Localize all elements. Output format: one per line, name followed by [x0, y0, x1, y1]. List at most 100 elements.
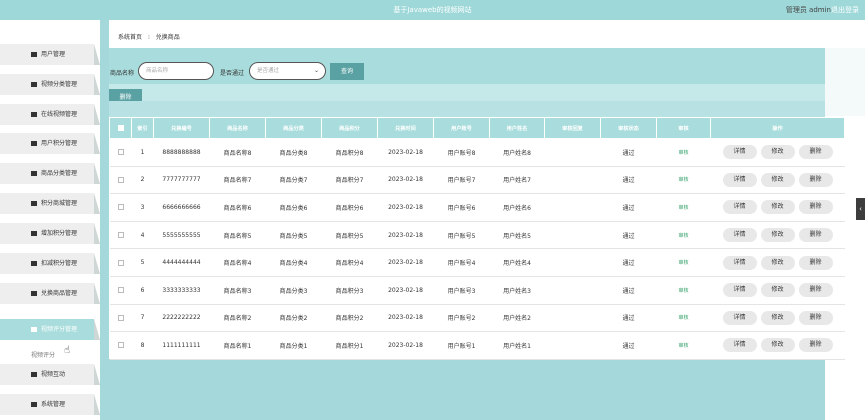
cell-account: 用户账号3: [433, 276, 490, 305]
cell-index: 3: [131, 193, 154, 222]
edit-button[interactable]: 修改: [760, 310, 795, 325]
cell-review: 审核: [656, 138, 711, 167]
grid-icon: [31, 171, 37, 176]
detail-button[interactable]: 详情: [722, 255, 757, 270]
row-select-cell[interactable]: [109, 276, 132, 305]
row-select-cell[interactable]: [109, 193, 132, 222]
detail-button[interactable]: 详情: [722, 338, 757, 353]
table-row[interactable]: 6 3333333333 商品名称3 商品分类3 商品积分3 2023-02-18 用户账号…: [109, 276, 845, 305]
table-row[interactable]: 2 7777777777 商品名称7 商品分类7 商品积分7 2023-02-18 用户账号…: [109, 166, 845, 195]
sidebar-item-deduct-points[interactable]: 扣减积分管理: [0, 253, 100, 274]
cell-status: 通过: [600, 331, 657, 360]
detail-button[interactable]: 详情: [722, 172, 757, 187]
logout-link[interactable]: 退出登录: [831, 0, 859, 20]
table-row[interactable]: 8 1111111111 商品名称1 商品分类1 商品积分1 2023-02-18 用户账号…: [109, 331, 845, 360]
cell-index: 4: [131, 221, 154, 250]
edit-button[interactable]: 修改: [760, 338, 795, 353]
row-select-cell[interactable]: [109, 331, 132, 360]
sidebar-item-video-rating[interactable]: 视频评分管理: [0, 319, 100, 340]
sidebar-item-video-interaction[interactable]: 视频互动: [0, 364, 100, 385]
edit-button[interactable]: 修改: [760, 145, 795, 160]
table-row[interactable]: 4 5555555555 商品名称5 商品分类5 商品积分5 2023-02-18 用户账号…: [109, 221, 845, 250]
table-row[interactable]: 7 2222222222 商品名称2 商品分类2 商品积分2 2023-02-18 用户账号…: [109, 304, 845, 333]
cell-actions: 详情 修改 删除: [710, 138, 845, 167]
sidebar-item-add-points[interactable]: 增加积分管理: [0, 223, 100, 244]
action-panel: [109, 84, 825, 101]
sidebar-item-video-category[interactable]: 视频分类管理: [0, 74, 100, 95]
review-link[interactable]: 审核: [678, 260, 688, 266]
table-row[interactable]: 5 4444444444 商品名称4 商品分类4 商品积分4 2023-02-18 用户账号…: [109, 248, 845, 277]
row-checkbox[interactable]: [117, 176, 124, 183]
edit-button[interactable]: 修改: [760, 200, 795, 215]
detail-button[interactable]: 详情: [722, 228, 757, 243]
sidebar-item-user-points[interactable]: 用户积分管理: [0, 133, 100, 154]
query-button[interactable]: 查询: [330, 63, 364, 80]
cell-index: 1: [131, 138, 154, 167]
delete-button[interactable]: 删除: [798, 145, 833, 160]
review-link[interactable]: 审核: [678, 205, 688, 211]
row-select-cell[interactable]: [109, 138, 132, 167]
sidebar-item-user-management[interactable]: 用户管理: [0, 44, 100, 65]
sidebar-item-system[interactable]: 系统管理: [0, 394, 100, 415]
sidebar-item-product-category[interactable]: 商品分类管理: [0, 163, 100, 184]
hand-cursor-icon: ☝: [64, 345, 71, 356]
review-link[interactable]: 审核: [678, 150, 688, 156]
row-select-cell[interactable]: [109, 304, 132, 333]
breadcrumb-current: 兑换商品: [155, 34, 180, 41]
edit-button[interactable]: 修改: [760, 228, 795, 243]
cell-time: 2023-02-18: [377, 248, 434, 277]
delete-button[interactable]: 删除: [798, 228, 833, 243]
cell-index: 5: [131, 248, 154, 277]
edit-button[interactable]: 修改: [760, 283, 795, 298]
row-checkbox[interactable]: [117, 314, 124, 321]
product-name-input[interactable]: 商品名称: [138, 62, 214, 80]
review-link[interactable]: 审核: [678, 315, 688, 321]
select-all-header[interactable]: [109, 117, 132, 139]
review-link[interactable]: 审核: [678, 343, 688, 349]
sidebar-item-online-video[interactable]: 在线视频管理: [0, 104, 100, 125]
cell-index: 6: [131, 276, 154, 305]
detail-button[interactable]: 详情: [722, 145, 757, 160]
row-checkbox[interactable]: [117, 287, 124, 294]
edit-button[interactable]: 修改: [760, 172, 795, 187]
delete-button[interactable]: 删除: [798, 172, 833, 187]
row-checkbox[interactable]: [117, 259, 124, 266]
row-select-cell[interactable]: [109, 166, 132, 195]
delete-button[interactable]: 删除: [798, 310, 833, 325]
sidebar-item-points-mall[interactable]: 积分商城管理: [0, 193, 100, 214]
cell-points: 商品积分2: [321, 304, 378, 333]
collapse-toggle-icon[interactable]: ‹: [856, 198, 865, 220]
review-link[interactable]: 审核: [678, 288, 688, 294]
cell-account: 用户账号2: [433, 304, 490, 333]
cell-review: 审核: [656, 304, 711, 333]
row-checkbox[interactable]: [117, 204, 124, 211]
edit-button[interactable]: 修改: [760, 255, 795, 270]
approved-select[interactable]: 是否通过 ⌄: [249, 62, 326, 80]
approved-label: 是否通过: [220, 70, 245, 77]
cell-actions: 详情 修改 删除: [710, 193, 845, 222]
cell-actions: 详情 修改 删除: [710, 248, 845, 277]
review-link[interactable]: 审核: [678, 177, 688, 183]
detail-button[interactable]: 详情: [722, 310, 757, 325]
table-row[interactable]: 3 6666666666 商品名称6 商品分类6 商品积分6 2023-02-18 用户账号…: [109, 193, 845, 222]
detail-button[interactable]: 详情: [722, 283, 757, 298]
delete-button[interactable]: 删除: [798, 255, 833, 270]
flag-icon: [31, 402, 37, 407]
cell-actions: 详情 修改 删除: [710, 331, 845, 360]
select-all-checkbox[interactable]: [117, 124, 124, 131]
row-select-cell[interactable]: [109, 221, 132, 250]
delete-button[interactable]: 删除: [798, 200, 833, 215]
breadcrumb-home[interactable]: 系统首页: [118, 34, 142, 41]
row-checkbox[interactable]: [117, 342, 124, 349]
delete-button[interactable]: 删除: [798, 338, 833, 353]
row-checkbox[interactable]: [117, 232, 124, 239]
cell-code: 7777777777: [153, 166, 210, 195]
sidebar-subitem-video-rating[interactable]: 视频评分: [31, 350, 55, 359]
row-select-cell[interactable]: [109, 248, 132, 277]
review-link[interactable]: 审核: [678, 233, 688, 239]
table-row[interactable]: 1 8888888888 商品名称8 商品分类8 商品积分8 2023-02-18 用户账号…: [109, 138, 845, 167]
row-checkbox[interactable]: [117, 149, 124, 156]
sidebar-item-exchange-products[interactable]: 兑换商品管理: [0, 283, 100, 304]
detail-button[interactable]: 详情: [722, 200, 757, 215]
delete-button[interactable]: 删除: [798, 283, 833, 298]
